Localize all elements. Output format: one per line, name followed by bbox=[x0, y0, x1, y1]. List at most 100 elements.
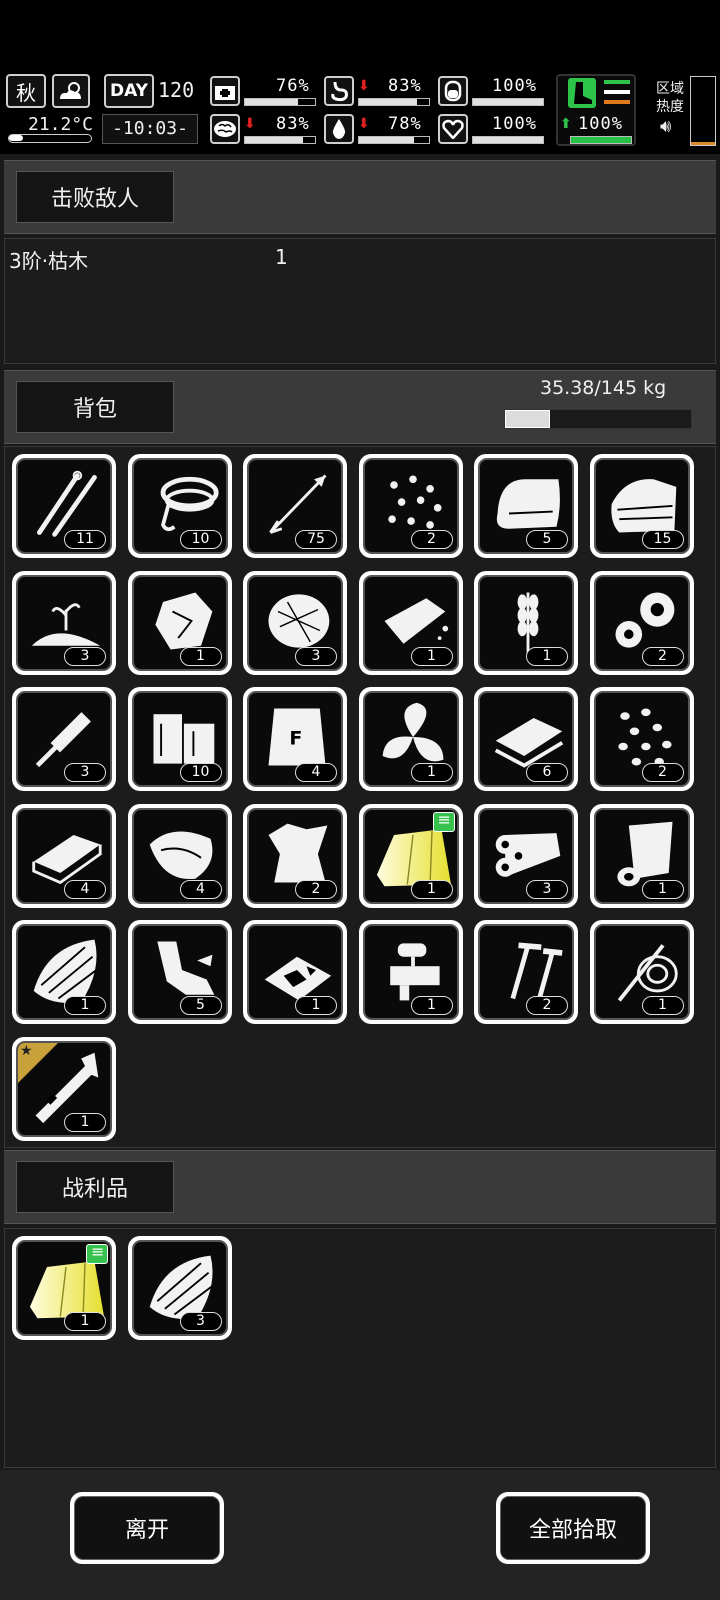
stamina-value: 100% bbox=[578, 114, 623, 134]
inventory-slot[interactable]: 4 bbox=[127, 803, 232, 908]
inventory-slot[interactable]: 5 bbox=[474, 454, 578, 558]
thirst-value: 78% bbox=[388, 114, 422, 134]
inventory-slot[interactable]: 1 bbox=[358, 570, 463, 675]
action-bar: 离开 全部拾取 bbox=[0, 1470, 720, 1600]
enemy-name: 3阶·枯木 bbox=[9, 249, 89, 273]
backpack-header: 背包 35.38/145 kg bbox=[4, 370, 716, 444]
season-label: 秋 bbox=[16, 80, 36, 105]
inventory-slot[interactable]: 11 bbox=[12, 454, 116, 558]
inventory-slot[interactable]: 2 bbox=[474, 920, 578, 1024]
slot-frame: 1 bbox=[131, 574, 228, 671]
backpack-grid: 1110752515313112310F41624421311511211 bbox=[4, 446, 716, 1148]
slot-frame: 1 bbox=[593, 807, 690, 904]
item-count: 1 bbox=[410, 646, 453, 666]
area-heat-label: 区域 热度 bbox=[656, 80, 684, 116]
slot-frame: 75 bbox=[247, 458, 343, 554]
item-count: 10 bbox=[179, 530, 222, 549]
item-count: 1 bbox=[526, 646, 568, 666]
inventory-slot[interactable]: 10 bbox=[127, 687, 232, 791]
heart-fill bbox=[473, 137, 543, 143]
inventory-slot[interactable]: 2 bbox=[243, 803, 347, 908]
inventory-slot[interactable]: 15 bbox=[589, 454, 694, 558]
slot-frame: 1 bbox=[16, 1240, 112, 1336]
inventory-slot[interactable]: 4 bbox=[12, 803, 116, 908]
item-count: 2 bbox=[410, 530, 453, 549]
item-count: 2 bbox=[295, 879, 337, 899]
slot-frame: 3 bbox=[16, 574, 112, 671]
inventory-slot[interactable]: 3 bbox=[12, 570, 116, 675]
item-count: 1 bbox=[64, 1312, 106, 1331]
inventory-slot[interactable]: 1 bbox=[127, 570, 232, 675]
inventory-slot[interactable]: F4 bbox=[243, 687, 347, 791]
item-count: 2 bbox=[641, 646, 684, 666]
item-count: 1 bbox=[410, 879, 453, 899]
inventory-slot[interactable]: 1 bbox=[358, 803, 463, 908]
inventory-slot[interactable]: 2 bbox=[589, 687, 694, 791]
item-count: 15 bbox=[641, 530, 684, 549]
weight-bar bbox=[504, 409, 692, 429]
leave-button[interactable]: 离开 bbox=[70, 1492, 224, 1564]
heart-icon bbox=[438, 114, 468, 144]
item-count: 4 bbox=[295, 763, 337, 782]
slot-frame: 1 bbox=[478, 574, 574, 671]
slot-frame: 1 bbox=[593, 924, 690, 1020]
slot-frame: 3 bbox=[478, 807, 574, 904]
slot-frame: 1 bbox=[362, 807, 459, 904]
item-count: 11 bbox=[64, 530, 106, 549]
item-count: 1 bbox=[295, 996, 337, 1015]
health-bar bbox=[244, 98, 316, 106]
slot-frame: 2 bbox=[362, 458, 459, 554]
heart-value: 100% bbox=[492, 114, 537, 134]
boot-icon bbox=[568, 78, 596, 108]
health-fill bbox=[245, 99, 299, 105]
heart-bar bbox=[472, 136, 544, 144]
inventory-slot[interactable]: 6 bbox=[474, 687, 578, 791]
inventory-slot[interactable]: 10 bbox=[127, 454, 232, 558]
item-count: 10 bbox=[179, 763, 222, 782]
take-all-button[interactable]: 全部拾取 bbox=[496, 1492, 650, 1564]
inventory-slot[interactable]: 1 bbox=[12, 920, 116, 1024]
inventory-slot[interactable]: 1 bbox=[12, 1036, 116, 1141]
area-heat-meter bbox=[690, 76, 716, 146]
backpack-weight-label: 35.38/145 kg bbox=[540, 377, 667, 399]
inventory-slot[interactable]: 1 bbox=[358, 687, 463, 791]
item-count: 1 bbox=[410, 763, 453, 782]
armor-bar bbox=[472, 98, 544, 106]
equip-tag-icon bbox=[86, 1242, 108, 1264]
defeated-header: 击败敌人 bbox=[4, 160, 716, 234]
system-status-bar bbox=[0, 0, 720, 72]
inventory-slot[interactable]: 1 bbox=[589, 803, 694, 908]
inventory-slot[interactable]: 3 bbox=[127, 1236, 232, 1340]
slot-frame: 1 bbox=[362, 924, 459, 1020]
slot-frame: 4 bbox=[16, 807, 112, 904]
item-count: 75 bbox=[295, 530, 337, 549]
inventory-slot[interactable]: 1 bbox=[243, 920, 347, 1024]
item-count: 3 bbox=[64, 646, 106, 666]
inventory-slot[interactable]: 1 bbox=[12, 1236, 116, 1340]
slot-frame: 2 bbox=[478, 924, 574, 1020]
loot-title: 战利品 bbox=[16, 1161, 174, 1213]
hunger-down-arrow-icon: ⬇ bbox=[358, 78, 370, 94]
stamina-line-green bbox=[604, 80, 630, 84]
water-drop-icon bbox=[324, 114, 354, 144]
inventory-slot[interactable]: 3 bbox=[12, 687, 116, 791]
speaker-icon[interactable]: 🔊︎ bbox=[660, 116, 671, 137]
inventory-slot[interactable]: 2 bbox=[589, 570, 694, 675]
inventory-slot[interactable]: 3 bbox=[474, 803, 578, 908]
mental-value: 83% bbox=[276, 114, 310, 134]
thirst-down-arrow-icon: ⬇ bbox=[358, 116, 370, 132]
armor-fill bbox=[473, 99, 543, 105]
thermometer: 21.2°C bbox=[6, 112, 93, 146]
inventory-slot[interactable]: 75 bbox=[243, 454, 347, 558]
stamina-fill bbox=[571, 137, 631, 143]
inventory-slot[interactable]: 2 bbox=[358, 454, 463, 558]
inventory-slot[interactable]: 3 bbox=[243, 570, 347, 675]
slot-frame: 2 bbox=[593, 691, 690, 787]
inventory-slot[interactable]: 1 bbox=[474, 570, 578, 675]
inventory-slot[interactable]: 1 bbox=[358, 920, 463, 1024]
inventory-slot[interactable]: 5 bbox=[127, 920, 232, 1024]
game-clock: -10:03- bbox=[102, 114, 198, 144]
hunger-value: 83% bbox=[388, 76, 422, 96]
inventory-slot[interactable]: 1 bbox=[589, 920, 694, 1024]
item-count: 3 bbox=[64, 763, 106, 782]
